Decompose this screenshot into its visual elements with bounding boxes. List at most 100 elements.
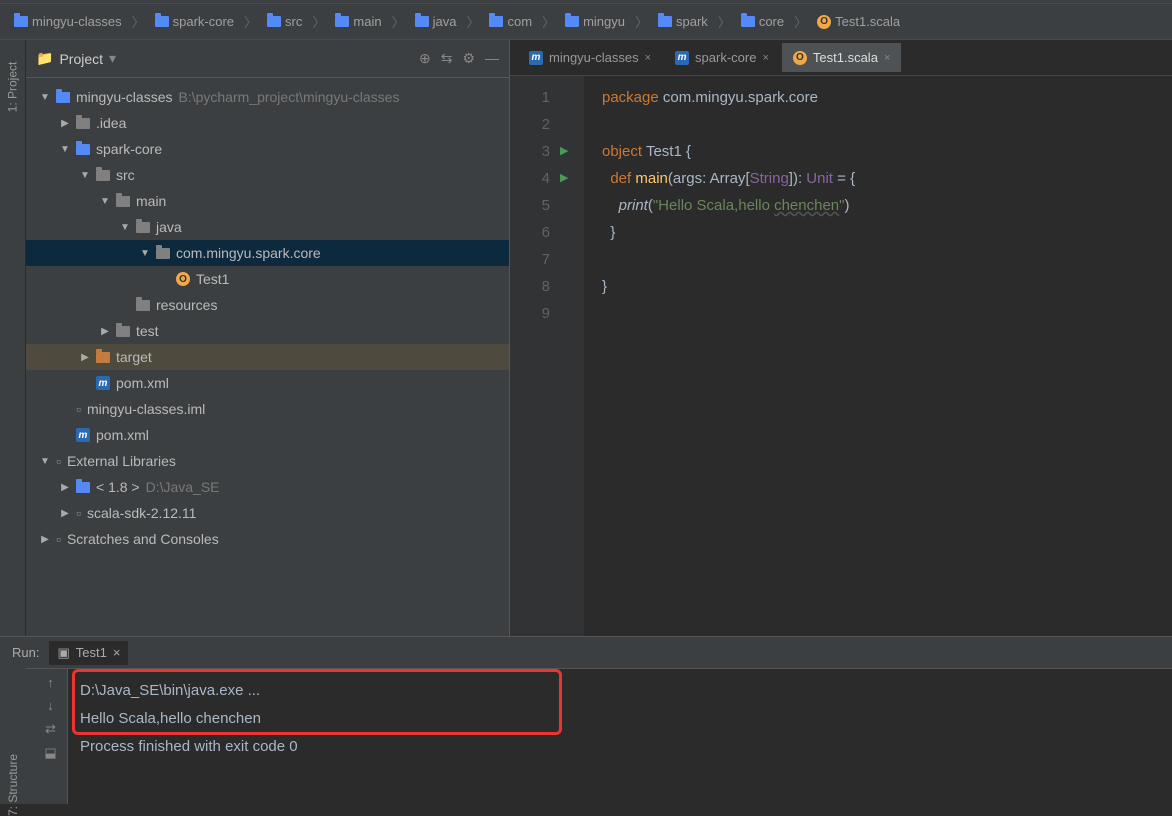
tree-row[interactable]: ▼com.mingyu.spark.core xyxy=(26,240,509,266)
breadcrumb-item[interactable]: spark xyxy=(652,12,714,31)
folder-grey-icon xyxy=(76,118,90,129)
run-tab[interactable]: ▣ Test1 × xyxy=(49,641,128,665)
tree-row[interactable]: ▶.idea xyxy=(26,110,509,136)
close-icon[interactable]: × xyxy=(762,52,768,64)
folder-blue-icon xyxy=(76,144,90,155)
breadcrumb: mingyu-classes〉spark-core〉src〉main〉java〉… xyxy=(0,4,1172,40)
panel-title[interactable]: 📁 Project ▾ xyxy=(36,50,116,67)
lib-icon: ▫ xyxy=(76,505,81,521)
identifier: Test1 xyxy=(646,143,682,160)
up-icon[interactable]: ↑ xyxy=(47,675,54,690)
down-icon[interactable]: ↓ xyxy=(47,698,54,713)
close-icon[interactable]: × xyxy=(645,52,651,64)
folder-grey-icon xyxy=(156,248,170,259)
tree-row[interactable]: ▼java xyxy=(26,214,509,240)
breadcrumb-item[interactable]: spark-core xyxy=(149,12,240,31)
gutter-marks: ▶ ▶ xyxy=(560,76,584,636)
source-code[interactable]: package com.mingyu.spark.core object Tes… xyxy=(584,76,1172,636)
breadcrumb-sep: 〉 xyxy=(392,12,405,31)
panel-title-text: Project xyxy=(59,51,103,67)
tree-row[interactable]: mpom.xml xyxy=(26,422,509,448)
folder-grey-icon xyxy=(136,222,150,233)
close-icon[interactable]: × xyxy=(113,645,121,660)
lib-icon: ▫ xyxy=(56,453,61,469)
m-icon: m xyxy=(96,376,110,390)
string: "Hello Scala,hello xyxy=(653,197,774,214)
line-numbers: 123456789 xyxy=(510,76,560,636)
tree-row[interactable]: ▶< 1.8 > D:\Java_SE xyxy=(26,474,509,500)
tree-row[interactable]: ▼spark-core xyxy=(26,136,509,162)
m-icon: m xyxy=(76,428,90,442)
tree-row[interactable]: ▶▫scala-sdk-2.12.11 xyxy=(26,500,509,526)
tree-row[interactable]: ▶▫Scratches and Consoles xyxy=(26,526,509,552)
breadcrumb-item[interactable]: core xyxy=(735,12,790,31)
run-panel: Run: ▣ Test1 × ▶ ■ 📷 ⇥ ↑ ↓ ⇄ ⬓ D:\Java_S… xyxy=(0,636,1172,804)
run-icon: ▣ xyxy=(57,645,69,661)
hide-icon[interactable]: — xyxy=(485,50,499,67)
run-tab-label: Test1 xyxy=(76,645,107,660)
generic-icon: ▫ xyxy=(76,401,81,417)
project-tree: ▼mingyu-classes B:\pycharm_project\mingy… xyxy=(26,78,509,636)
expand-icon[interactable]: ⇆ xyxy=(441,50,453,67)
scroll-icon[interactable]: ⬓ xyxy=(44,745,56,761)
project-icon: 📁 xyxy=(36,50,53,67)
breadcrumb-sep: 〉 xyxy=(132,12,145,31)
project-gutter[interactable]: 1: Project xyxy=(0,40,26,636)
breadcrumb-item[interactable]: java xyxy=(409,12,463,31)
keyword: package xyxy=(602,89,659,106)
close-icon[interactable]: × xyxy=(884,52,890,64)
breadcrumb-item[interactable]: mingyu xyxy=(559,12,631,31)
tree-row[interactable]: ▼src xyxy=(26,162,509,188)
tree-row[interactable]: ▼mingyu-classes B:\pycharm_project\mingy… xyxy=(26,84,509,110)
breadcrumb-item[interactable]: src xyxy=(261,12,308,31)
code-area[interactable]: 123456789 ▶ ▶ package com.mingyu.spark.c… xyxy=(510,76,1172,636)
annotation-box xyxy=(72,669,562,735)
keyword: object xyxy=(602,143,642,160)
tree-row[interactable]: ▼main xyxy=(26,188,509,214)
tree-row[interactable]: ▶test xyxy=(26,318,509,344)
breadcrumb-sep: 〉 xyxy=(718,12,731,31)
type: Unit xyxy=(806,170,833,187)
tree-row[interactable]: resources xyxy=(26,292,509,318)
breadcrumb-item[interactable]: com xyxy=(483,12,538,31)
gear-icon[interactable]: ⚙ xyxy=(462,50,475,67)
run-actions-2: ↑ ↓ ⇄ ⬓ xyxy=(34,669,68,804)
o-icon: O xyxy=(793,51,807,65)
breadcrumb-sep: 〉 xyxy=(635,12,648,31)
tree-row[interactable]: ▫mingyu-classes.iml xyxy=(26,396,509,422)
o-icon: O xyxy=(176,272,190,286)
folder-grey-icon xyxy=(136,300,150,311)
console-output[interactable]: D:\Java_SE\bin\java.exe ... Hello Scala,… xyxy=(68,669,1172,804)
tree-row[interactable]: OTest1 xyxy=(26,266,509,292)
wrap-icon[interactable]: ⇄ xyxy=(45,721,56,737)
folder-blue-icon xyxy=(76,482,90,493)
panel-header: 📁 Project ▾ ⊕ ⇆ ⚙ — xyxy=(26,40,509,78)
editor-tab[interactable]: mspark-core× xyxy=(664,43,780,72)
breadcrumb-sep: 〉 xyxy=(466,12,479,31)
tree-row[interactable]: ▼▫External Libraries xyxy=(26,448,509,474)
folder-orange-icon xyxy=(96,352,110,363)
locate-icon[interactable]: ⊕ xyxy=(419,50,431,67)
type: String xyxy=(750,170,789,187)
breadcrumb-item[interactable]: main xyxy=(329,12,387,31)
m-icon: m xyxy=(675,51,689,65)
breadcrumb-item[interactable]: OTest1.scala xyxy=(811,12,906,31)
project-panel: 📁 Project ▾ ⊕ ⇆ ⚙ — ▼mingyu-classes B:\p… xyxy=(26,40,510,636)
tree-row[interactable]: mpom.xml xyxy=(26,370,509,396)
breadcrumb-item[interactable]: mingyu-classes xyxy=(8,12,128,31)
tree-row[interactable]: ▶target xyxy=(26,344,509,370)
identifier: args xyxy=(673,170,702,187)
run-header: Run: ▣ Test1 × xyxy=(0,637,1172,669)
breadcrumb-sep: 〉 xyxy=(244,12,257,31)
run-gutter-icon[interactable]: ▶ xyxy=(560,165,584,192)
breadcrumb-sep: 〉 xyxy=(312,12,325,31)
editor-tab[interactable]: mmingyu-classes× xyxy=(518,43,662,72)
run-gutter-icon[interactable]: ▶ xyxy=(560,138,584,165)
folder-grey-icon xyxy=(96,170,110,181)
chevron-down-icon: ▾ xyxy=(109,50,116,67)
structure-gutter[interactable]: 7: Structure xyxy=(0,660,26,800)
editor-tab[interactable]: OTest1.scala× xyxy=(782,43,901,72)
console-line: Process finished with exit code 0 xyxy=(80,733,1160,761)
function: print xyxy=(619,197,648,214)
folder-grey-icon xyxy=(116,326,130,337)
